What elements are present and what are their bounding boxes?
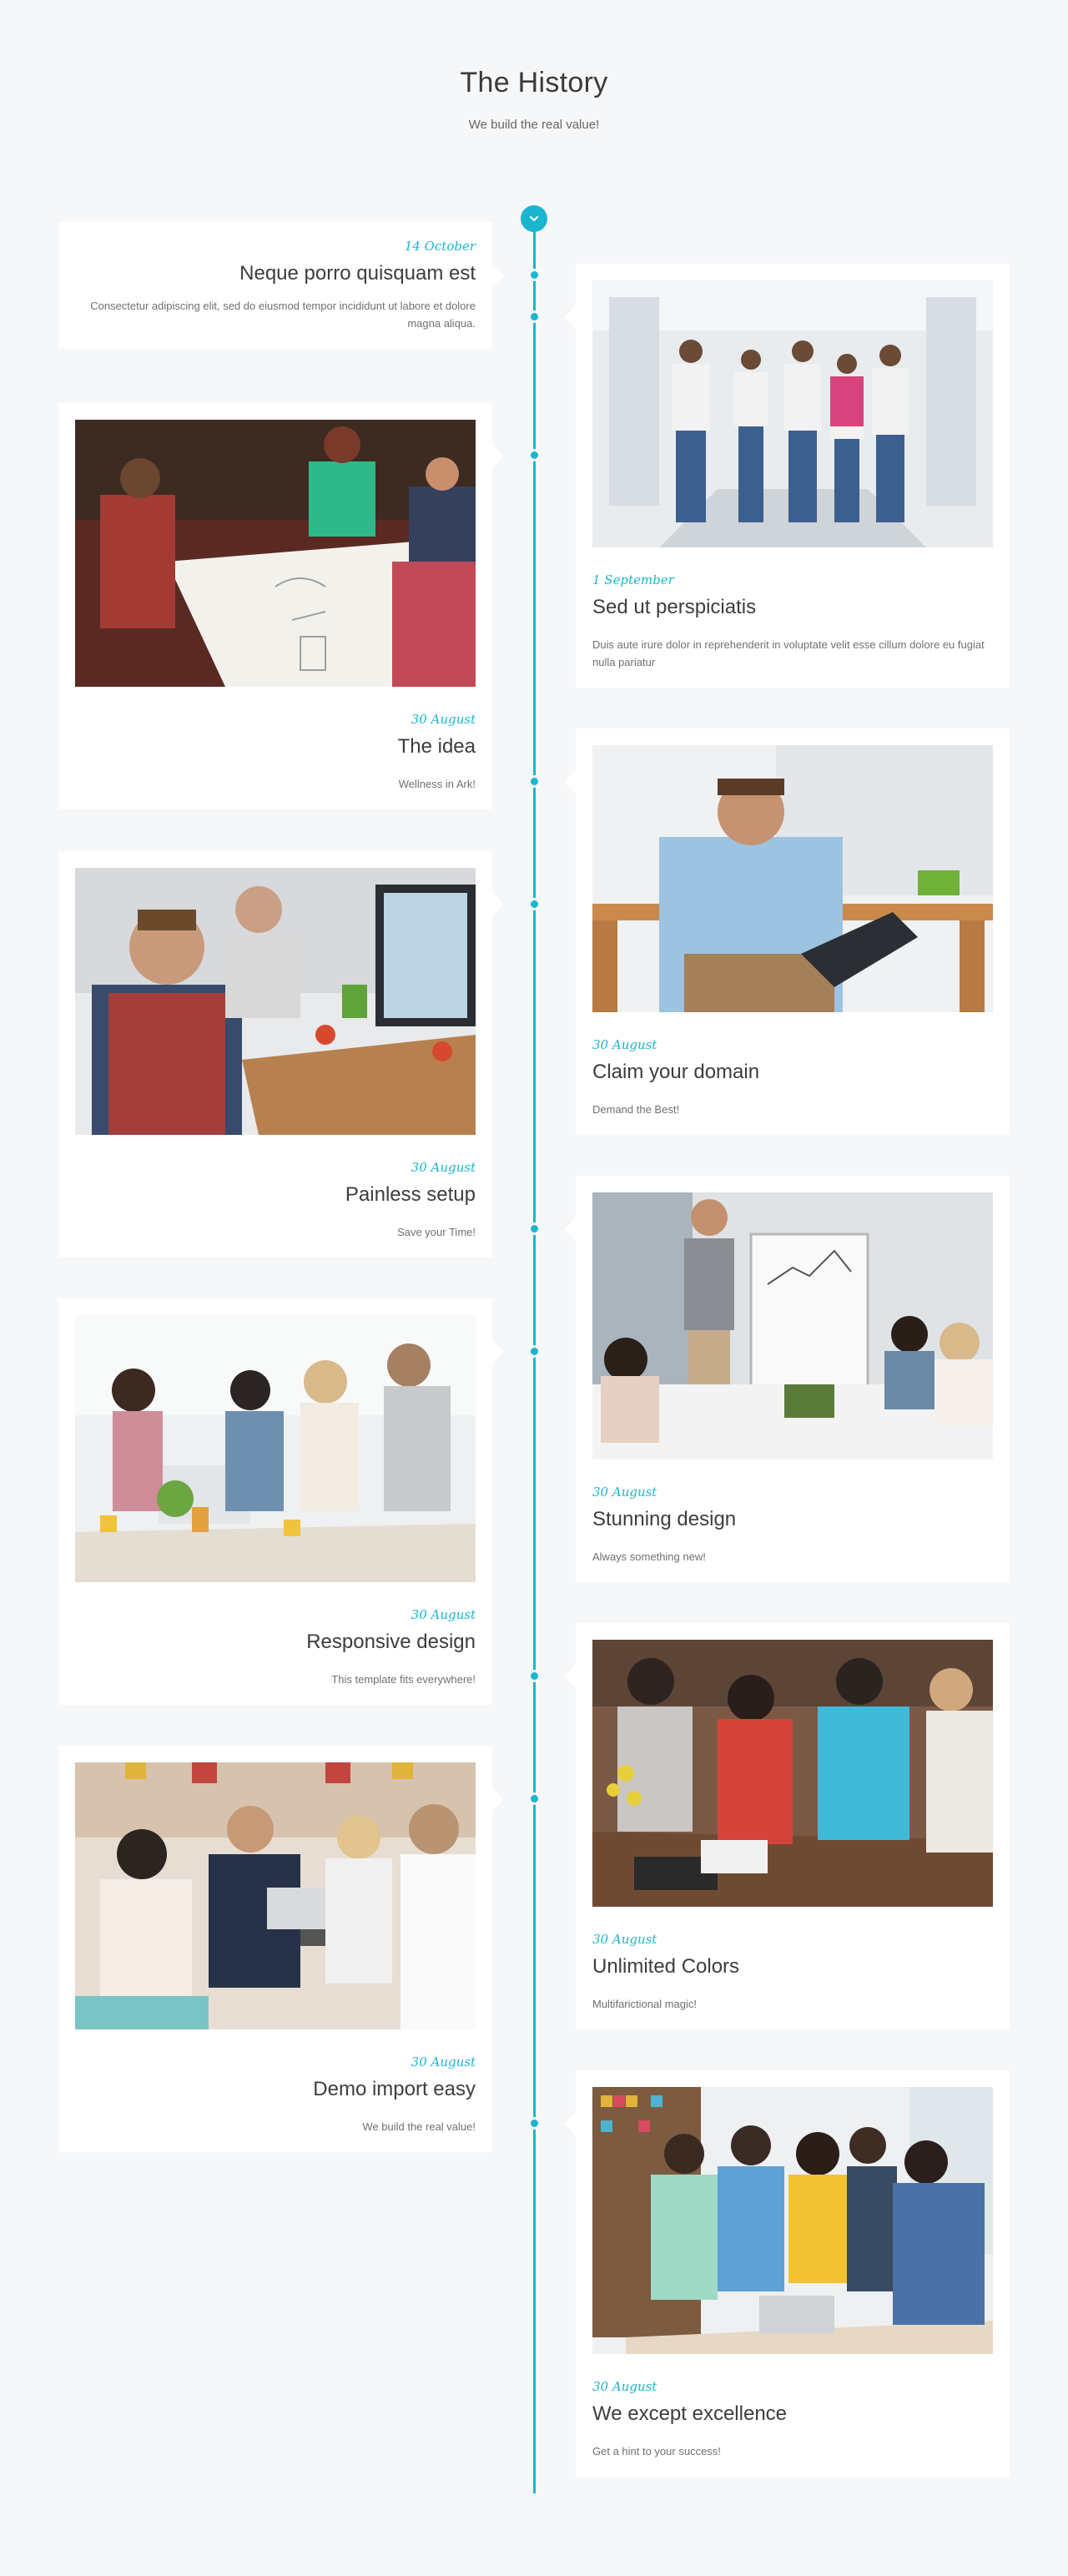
event-text: Wellness in Ark!	[398, 778, 476, 790]
section-header: The History We build the real value!	[0, 67, 1068, 132]
timeline-dot	[528, 449, 541, 461]
event-title: Claim your domain	[592, 1061, 760, 1083]
event-title: Demo import easy	[313, 2078, 476, 2100]
event-text: Multifarictional magic!	[592, 1998, 697, 2010]
event-title: Painless setup	[345, 1183, 476, 1206]
event-photo	[75, 1762, 476, 2029]
page-title: The History	[460, 67, 608, 98]
event-text: Demand the Best!	[592, 1103, 680, 1116]
event-date: 30 August	[592, 1932, 657, 1947]
event-text: Save your Time!	[397, 1226, 476, 1238]
event-text: Get a hint to your success!	[592, 2445, 721, 2458]
event-date: 1 September	[592, 572, 674, 587]
timeline-dot	[528, 1222, 541, 1235]
timeline-top-marker[interactable]	[521, 205, 547, 232]
event-photo	[75, 420, 476, 687]
event-title: Unlimited Colors	[592, 1955, 740, 1978]
timeline-card: 30 August We except excellence Get a hin…	[564, 2070, 1010, 2477]
event-date: 30 August	[592, 1037, 657, 1052]
timeline-dot	[528, 269, 541, 281]
event-date: 30 August	[411, 1160, 476, 1175]
event-title: Neque porro quisquam est	[239, 262, 476, 285]
event-text: Duis aute irure dolor in reprehenderit i…	[592, 638, 985, 668]
timeline-card: 30 August The idea Wellness in Ark!	[58, 403, 504, 809]
timeline-dot	[528, 1792, 541, 1805]
chevron-down-icon	[530, 216, 538, 221]
event-date: 30 August	[411, 2054, 476, 2069]
timeline-card: 30 August Responsive design This templat…	[58, 1298, 504, 1705]
event-title: Stunning design	[592, 1508, 737, 1530]
timeline-dot	[528, 775, 541, 788]
timeline-dot	[528, 1345, 541, 1358]
event-date: 30 August	[592, 2379, 657, 2394]
timeline-dot	[528, 898, 541, 910]
event-date: 14 October	[404, 239, 476, 254]
event-photo	[592, 2087, 993, 2354]
timeline-card: 30 August Unlimited Colors Multifarictio…	[564, 1623, 1010, 2029]
event-date: 30 August	[592, 1485, 657, 1500]
timeline-card: 1 September Sed ut perspiciatis Duis aut…	[564, 264, 1010, 688]
event-photo	[592, 1640, 993, 1907]
event-title: We except excellence	[592, 2402, 788, 2425]
page-subtitle: We build the real value!	[468, 118, 600, 132]
timeline-card: 14 October Neque porro quisquam est Cons…	[58, 222, 504, 349]
event-text: Consectetur adipiscing elit, sed do eius…	[90, 300, 476, 330]
timeline-dot	[528, 1670, 541, 1682]
event-title: Responsive design	[306, 1631, 476, 1653]
event-photo	[75, 1315, 476, 1582]
event-text: This template fits everywhere!	[331, 1673, 476, 1686]
event-photo	[592, 280, 993, 547]
timeline-card: 30 August Demo import easy We build the …	[58, 1746, 504, 2152]
event-title: The idea	[397, 735, 476, 758]
event-photo	[592, 1192, 993, 1459]
event-date: 30 August	[411, 1607, 476, 1622]
event-text: We build the real value!	[362, 2120, 476, 2133]
timeline-card: 30 August Stunning design Always somethi…	[564, 1176, 1010, 1582]
timeline-card: 30 August Painless setup Save your Time!	[58, 851, 504, 1258]
event-title: Sed ut perspiciatis	[592, 596, 757, 618]
event-date: 30 August	[411, 712, 476, 727]
event-photo	[592, 745, 993, 1012]
timeline-card: 30 August Claim your domain Demand the B…	[564, 728, 1010, 1135]
timeline-dot	[528, 2117, 541, 2130]
timeline-dot	[528, 310, 541, 323]
event-photo	[75, 868, 476, 1135]
event-text: Always something new!	[592, 1550, 706, 1563]
